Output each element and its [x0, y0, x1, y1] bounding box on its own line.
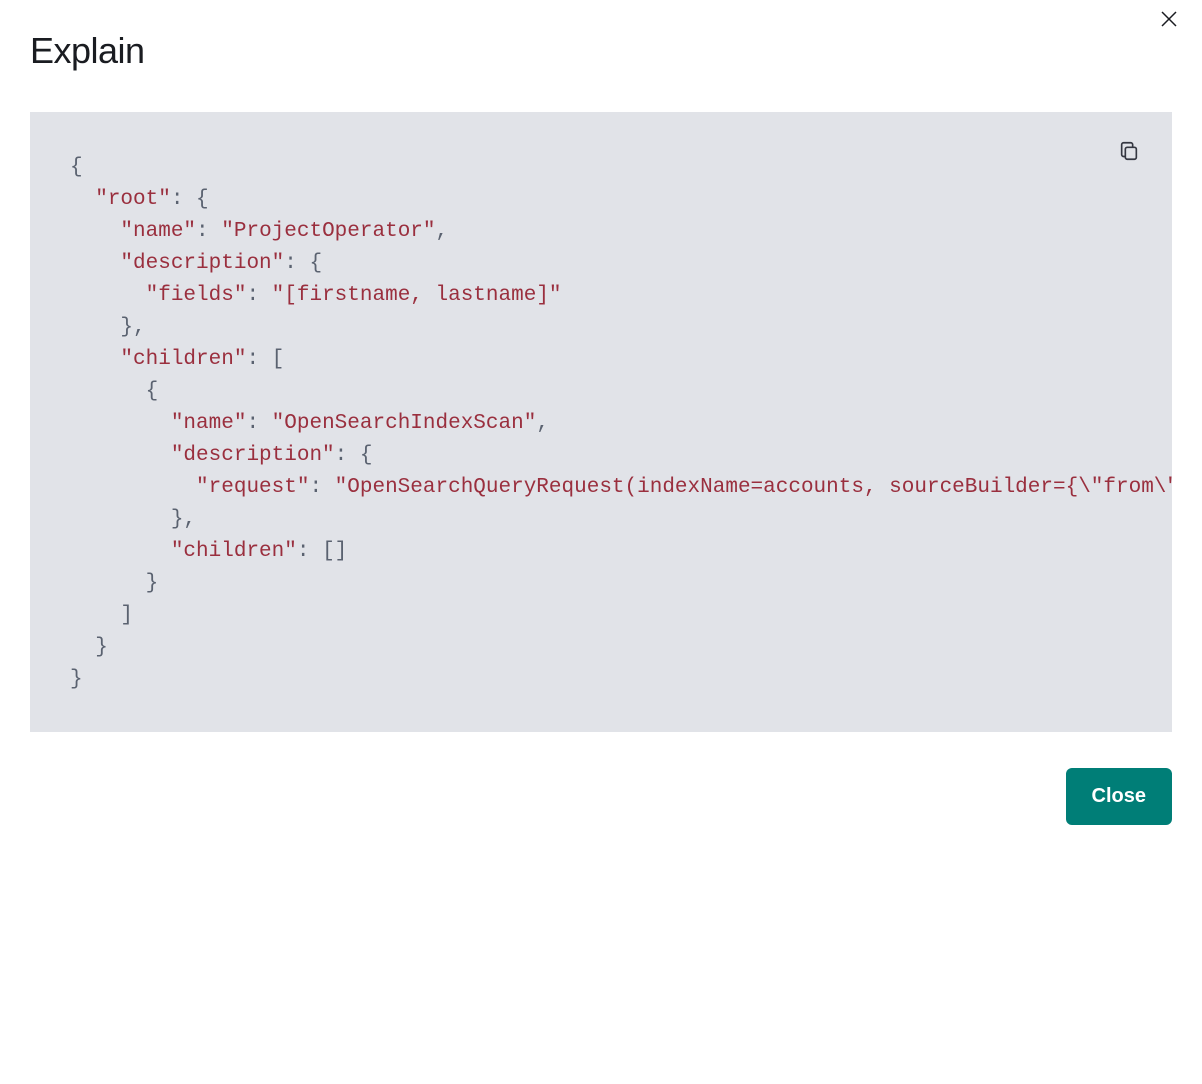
code-scroll-area[interactable]: { "root": { "name": "ProjectOperator", "…	[30, 112, 1172, 732]
explain-dialog: Explain { "root": { "name": "ProjectOper…	[0, 0, 1202, 1084]
dialog-title: Explain	[0, 0, 1202, 72]
close-button[interactable]: Close	[1066, 768, 1172, 825]
copy-icon[interactable]	[1118, 140, 1140, 167]
close-icon[interactable]	[1160, 10, 1178, 33]
dialog-footer: Close	[0, 768, 1202, 855]
code-block: { "root": { "name": "ProjectOperator", "…	[30, 112, 1172, 732]
code-content: { "root": { "name": "ProjectOperator", "…	[70, 152, 1172, 696]
